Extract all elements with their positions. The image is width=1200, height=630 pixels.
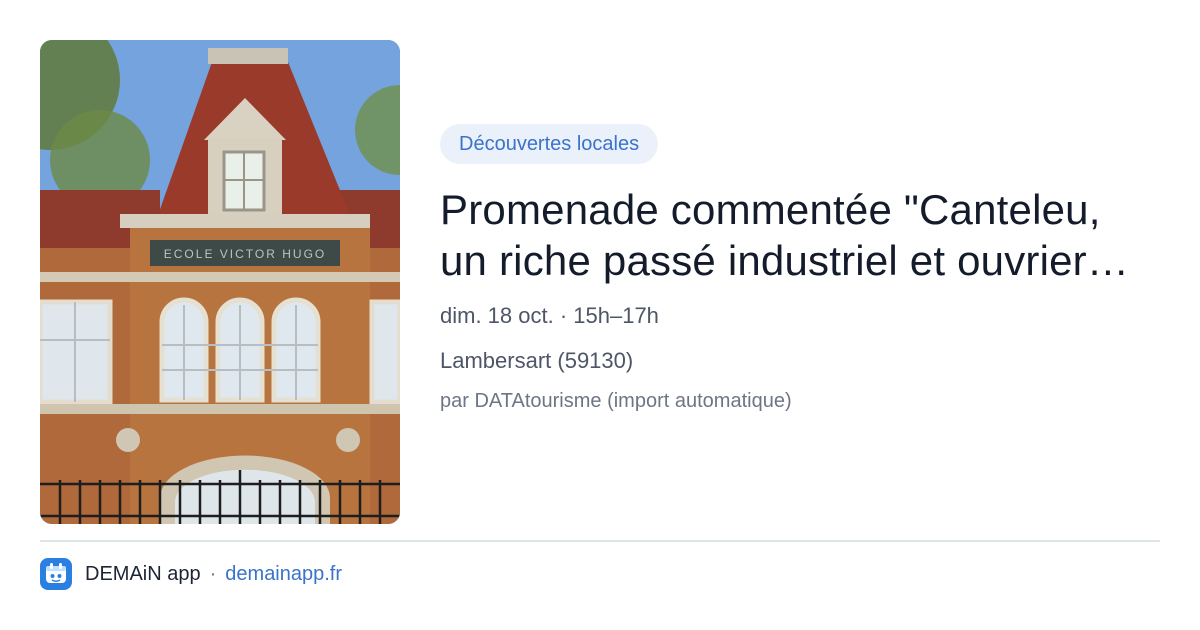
footer: DEMAiN app · demainapp.fr (40, 558, 342, 590)
event-source: par DATAtourisme (import automatique) (440, 390, 792, 412)
app-domain-link[interactable]: demainapp.fr (225, 563, 342, 586)
event-details: Découvertes locales Promenade commentée … (440, 124, 1170, 414)
event-title-line-1: Promenade commentée "Canteleu, (440, 186, 1101, 233)
event-date-time: dim. 18 oct. · 15h–17h (440, 303, 659, 328)
event-photo: ECOLE VICTOR HUGO (40, 40, 400, 524)
event-title-line-2: un riche passé industriel et ouvrier… (440, 237, 1130, 284)
event-title[interactable]: Promenade commentée "Canteleu, un riche … (440, 184, 1170, 286)
footer-divider (40, 540, 1160, 542)
share-card[interactable]: ECOLE VICTOR HUGO Découvertes locales Pr… (0, 0, 1200, 630)
svg-text:ECOLE VICTOR HUGO: ECOLE VICTOR HUGO (164, 247, 326, 261)
demain-app-logo-icon[interactable] (40, 558, 72, 590)
footer-separator: · (209, 562, 217, 585)
category-badge[interactable]: Découvertes locales (440, 124, 659, 164)
event-location: Lambersart (59130) (440, 348, 634, 373)
app-name[interactable]: DEMAiN app (85, 563, 201, 586)
